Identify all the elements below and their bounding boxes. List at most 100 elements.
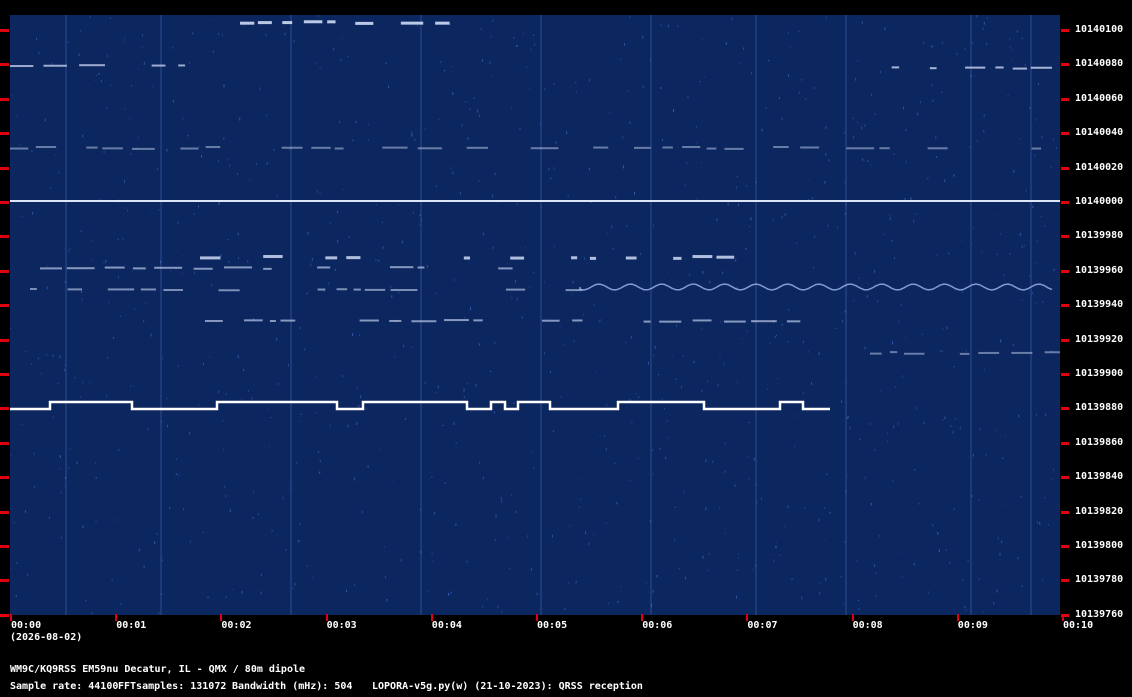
noise-speck [467, 137, 469, 140]
noise-speck [949, 562, 951, 564]
noise-speck [353, 477, 355, 481]
signal-trace [132, 267, 146, 270]
noise-speck [638, 396, 640, 399]
vertical-streak [845, 15, 847, 615]
noise-speck [645, 582, 647, 584]
noise-speck [292, 587, 294, 589]
noise-speck [884, 27, 886, 31]
freq-tick-right [1061, 579, 1069, 583]
noise-speck [584, 257, 586, 260]
noise-speck [27, 573, 29, 577]
noise-speck [1021, 299, 1023, 301]
noise-speck [731, 17, 733, 21]
noise-speck [874, 269, 876, 273]
noise-speck [1037, 521, 1039, 524]
signal-trace [682, 146, 701, 149]
noise-speck [848, 415, 850, 418]
noise-speck [1044, 225, 1046, 227]
noise-speck [60, 491, 62, 495]
time-label: 00:01 [116, 620, 147, 631]
noise-speck [585, 531, 587, 535]
noise-speck [223, 137, 225, 140]
signal-trace [30, 288, 37, 291]
signal-trace [417, 147, 442, 150]
noise-speck [273, 148, 275, 152]
noise-speck [717, 384, 719, 387]
noise-speck [513, 36, 515, 39]
noise-speck [605, 448, 607, 451]
noise-speck [61, 536, 63, 539]
noise-speck [536, 592, 538, 596]
noise-speck [965, 609, 967, 611]
signal-trace [510, 256, 525, 260]
noise-speck [1002, 457, 1004, 460]
noise-speck [210, 284, 212, 287]
noise-speck [145, 302, 147, 305]
noise-speck [384, 575, 386, 579]
noise-speck [768, 59, 770, 62]
noise-speck [620, 58, 622, 61]
noise-speck [475, 384, 477, 387]
noise-speck [864, 124, 866, 128]
noise-speck [268, 445, 270, 447]
noise-speck [1036, 240, 1038, 243]
noise-speck [897, 422, 899, 425]
noise-speck [223, 125, 225, 127]
noise-speck [336, 210, 338, 214]
noise-speck [677, 24, 679, 28]
noise-speck [802, 340, 804, 344]
noise-speck [276, 337, 278, 341]
noise-speck [382, 246, 384, 249]
noise-speck [748, 477, 750, 480]
freq-tick-right [1061, 29, 1069, 32]
noise-speck [593, 533, 595, 535]
signal-trace [317, 266, 331, 269]
noise-speck [282, 496, 284, 500]
freq-label: 10139860 [1075, 436, 1124, 448]
noise-speck [575, 580, 577, 584]
noise-speck [131, 270, 133, 272]
waterfall-display[interactable] [10, 15, 1060, 615]
noise-speck [1003, 274, 1005, 277]
noise-speck [724, 470, 726, 473]
noise-speck [750, 71, 752, 75]
noise-speck [141, 46, 143, 48]
noise-speck [798, 30, 800, 33]
signal-trace [466, 146, 488, 149]
noise-speck [501, 499, 503, 503]
noise-speck [665, 456, 667, 460]
noise-speck [952, 430, 954, 434]
noise-speck [390, 286, 392, 288]
noise-speck [942, 419, 944, 421]
noise-speck [361, 511, 363, 513]
noise-speck [142, 34, 144, 37]
noise-speck [434, 391, 436, 394]
noise-speck [198, 205, 200, 208]
noise-speck [511, 296, 513, 300]
noise-speck [227, 238, 229, 241]
noise-speck [588, 79, 590, 82]
noise-speck [548, 168, 550, 171]
noise-speck [880, 390, 882, 392]
noise-speck [1020, 495, 1022, 498]
noise-speck [898, 551, 900, 553]
noise-speck [1040, 215, 1042, 218]
noise-speck [252, 516, 254, 519]
noise-speck [735, 259, 737, 262]
noise-speck [48, 516, 50, 520]
noise-speck [228, 260, 230, 264]
noise-speck [961, 239, 963, 242]
noise-speck [1038, 82, 1040, 85]
noise-speck [38, 51, 40, 55]
noise-speck [367, 465, 369, 468]
freq-tick-left [0, 97, 9, 101]
freq-tick-right [1061, 269, 1069, 273]
noise-speck [1004, 503, 1006, 505]
noise-speck [432, 559, 434, 563]
noise-speck [237, 232, 239, 236]
noise-speck [973, 454, 975, 457]
noise-speck [962, 579, 964, 581]
noise-speck [398, 291, 400, 294]
signal-trace [773, 146, 789, 149]
noise-speck [513, 402, 515, 404]
